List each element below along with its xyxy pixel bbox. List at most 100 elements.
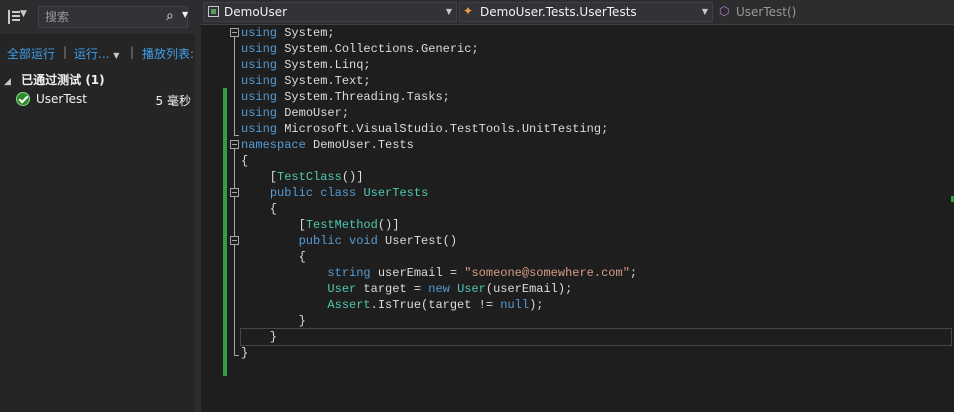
run-label: 运行...: [74, 47, 110, 61]
change-indicator-bar: [223, 88, 227, 376]
code-line[interactable]: string userEmail = "someone@somewhere.co…: [241, 265, 954, 281]
code-token: DemoUser.Tests: [305, 138, 414, 152]
collapse-icon[interactable]: [230, 28, 239, 37]
separator: |: [130, 45, 135, 59]
code-line[interactable]: using System;: [241, 25, 954, 41]
group-count: (1): [85, 73, 105, 87]
member-label: UserTest(): [736, 5, 797, 19]
editor-margin: [201, 25, 221, 412]
code-token: }: [241, 314, 306, 328]
passed-tests-group[interactable]: ◢ 已通过测试 (1): [4, 71, 105, 88]
group-label: 已通过测试: [21, 73, 82, 87]
run-dropdown-link[interactable]: 运行... ▼: [74, 45, 119, 62]
outline-line: [234, 37, 235, 135]
code-token: ()]: [341, 170, 364, 184]
code-token: TestClass: [277, 170, 342, 184]
code-token: .IsTrue(target !=: [370, 298, 501, 312]
chevron-down-icon: ▼: [445, 7, 452, 16]
code-line[interactable]: public void UserTest(): [241, 233, 954, 249]
project-dropdown[interactable]: DemoUser ▼: [203, 2, 457, 22]
method-icon: ⬡: [719, 4, 730, 18]
code-token: using: [241, 106, 278, 120]
project-label: DemoUser: [224, 5, 288, 19]
code-token: using: [241, 74, 278, 88]
code-token: TestMethod: [305, 218, 378, 232]
code-token: System.Threading.Tasks;: [277, 90, 450, 104]
code-line[interactable]: using DemoUser;: [241, 105, 954, 121]
expand-triangle-icon[interactable]: ◢: [4, 77, 11, 87]
run-all-link[interactable]: 全部运行: [7, 45, 55, 62]
code-token: ;: [629, 266, 638, 280]
code-line[interactable]: User target = new User(userEmail);: [241, 281, 954, 297]
code-token: string: [327, 266, 371, 280]
collapse-icon[interactable]: [230, 188, 239, 197]
outline-line: [234, 149, 235, 355]
code-token: System;: [277, 26, 335, 40]
code-token: User: [327, 282, 357, 296]
code-line[interactable]: using Microsoft.VisualStudio.TestTools.U…: [241, 121, 954, 137]
code-editor: DemoUser ▼ ✦ DemoUser.Tests.UserTests ▼ …: [201, 0, 954, 412]
separator: |: [63, 45, 68, 59]
search-options-caret-icon[interactable]: ▼: [182, 10, 188, 19]
playlist-link[interactable]: 播放列表:: [142, 45, 194, 62]
code-token: ()]: [377, 218, 400, 232]
code-token: {: [241, 250, 306, 264]
search-icon[interactable]: ⌕: [166, 8, 174, 24]
code-token: UserTest(): [377, 234, 458, 248]
code-line[interactable]: }: [241, 313, 954, 329]
code-line[interactable]: Assert.IsTrue(target != null);: [241, 297, 954, 313]
chevron-down-icon: ▼: [113, 51, 120, 60]
group-by-icon[interactable]: ▼: [4, 8, 34, 26]
code-token: void: [349, 234, 378, 248]
test-duration: 5 毫秒: [155, 94, 191, 108]
code-token: using: [241, 90, 278, 104]
code-token: userEmail =: [370, 266, 465, 280]
code-line[interactable]: }: [241, 345, 954, 361]
type-dropdown[interactable]: ✦ DemoUser.Tests.UserTests ▼: [459, 2, 713, 22]
code-line[interactable]: }: [240, 328, 952, 346]
outline-end: [234, 135, 239, 136]
code-token: UserTests: [363, 186, 429, 200]
chevron-down-icon: ▼: [701, 7, 708, 16]
code-line[interactable]: using System.Collections.Generic;: [241, 41, 954, 57]
code-token: target =: [356, 282, 429, 296]
collapse-icon[interactable]: [230, 236, 239, 245]
code-token: using: [241, 26, 278, 40]
code-line[interactable]: using System.Threading.Tasks;: [241, 89, 954, 105]
code-line[interactable]: {: [241, 201, 954, 217]
code-token: using: [241, 58, 278, 72]
member-dropdown[interactable]: ⬡ UserTest(): [715, 2, 954, 22]
code-token: );: [529, 298, 544, 312]
test-name: UserTest: [36, 92, 87, 106]
code-text-area[interactable]: using System; using System.Collections.Ge…: [240, 25, 954, 361]
code-line[interactable]: [TestClass()]: [241, 169, 954, 185]
code-token: System.Collections.Generic;: [277, 42, 479, 56]
project-icon: [208, 6, 219, 17]
code-token: }: [241, 346, 249, 360]
test-explorer-toolbar: ▼ ⌕ ▼: [0, 0, 195, 34]
code-line[interactable]: [TestMethod()]: [241, 217, 954, 233]
code-token: User: [457, 282, 486, 296]
code-token: [: [241, 170, 278, 184]
code-line[interactable]: {: [241, 249, 954, 265]
code-line[interactable]: using System.Linq;: [241, 57, 954, 73]
type-label: DemoUser.Tests.UserTests: [480, 5, 637, 19]
code-line[interactable]: public class UserTests: [241, 185, 954, 201]
code-token: (userEmail);: [485, 282, 573, 296]
code-token: DemoUser;: [277, 106, 350, 120]
test-row[interactable]: UserTest 5 毫秒: [16, 91, 195, 109]
collapse-icon[interactable]: [230, 140, 239, 149]
code-line[interactable]: namespace DemoUser.Tests: [241, 137, 954, 153]
code-line[interactable]: using System.Text;: [241, 73, 954, 89]
code-token: namespace: [241, 138, 306, 152]
code-line[interactable]: {: [241, 153, 954, 169]
code-token: public: [269, 186, 314, 200]
code-token: {: [241, 202, 278, 216]
code-token: Microsoft.VisualStudio.TestTools.UnitTes…: [277, 122, 609, 136]
code-token: null: [500, 298, 530, 312]
